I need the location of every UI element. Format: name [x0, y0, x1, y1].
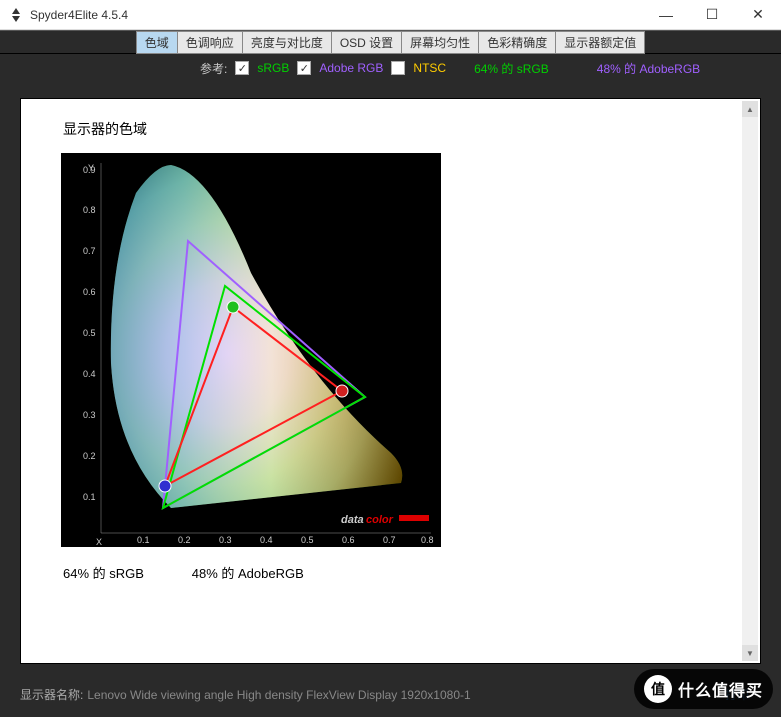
panel-title: 显示器的色域 [63, 119, 730, 139]
svg-text:data: data [341, 514, 364, 526]
tab-亮度与对比度[interactable]: 亮度与对比度 [243, 31, 332, 54]
tab-bar: 色域色调响应亮度与对比度OSD 设置屏幕均匀性色彩精确度显示器额定值 [0, 30, 781, 54]
tab-OSD 设置[interactable]: OSD 设置 [332, 31, 402, 54]
chromaticity-chart: data color X Y 0.9 0.8 0.7 0.6 0.5 0.4 0… [61, 153, 441, 547]
gamut-panel: ▲ ▼ 显示器的色域 [20, 98, 761, 664]
tab-色域[interactable]: 色域 [136, 31, 178, 54]
display-name-value: Lenovo Wide viewing angle High density F… [87, 688, 470, 702]
app-icon [8, 7, 24, 23]
svg-text:X: X [96, 537, 102, 547]
ref-ntsc-label: NTSC [413, 61, 446, 75]
scroll-up-icon[interactable]: ▲ [742, 101, 758, 117]
tab-色彩精确度[interactable]: 色彩精确度 [479, 31, 556, 54]
reference-bar: 参考: ✓ sRGB ✓ Adobe RGB NTSC 64% 的 sRGB 4… [0, 54, 781, 82]
result-adobe: 48% 的 AdobeRGB [192, 566, 304, 581]
watermark: 值 什么值得买 [634, 669, 773, 709]
checkbox-ntsc[interactable] [391, 61, 405, 75]
display-name-label: 显示器名称: [20, 686, 83, 703]
checkbox-srgb[interactable]: ✓ [235, 61, 249, 75]
minimize-button[interactable]: — [643, 0, 689, 30]
watermark-badge: 值 [644, 675, 672, 703]
svg-text:color: color [366, 514, 394, 526]
ref-pct-srgb: 64% 的 sRGB [474, 60, 549, 77]
tab-色调响应[interactable]: 色调响应 [178, 31, 243, 54]
window-titlebar: Spyder4Elite 4.5.4 — ☐ ✕ [0, 0, 781, 30]
ref-srgb-label: sRGB [257, 61, 289, 75]
result-srgb: 64% 的 sRGB [63, 566, 144, 581]
scroll-down-icon[interactable]: ▼ [742, 645, 758, 661]
result-row: 64% 的 sRGB 48% 的 AdobeRGB [63, 563, 730, 582]
ref-adobe-label: Adobe RGB [319, 61, 383, 75]
content-area: ▲ ▼ 显示器的色域 [0, 82, 781, 672]
maximize-button[interactable]: ☐ [689, 0, 735, 30]
close-button[interactable]: ✕ [735, 0, 781, 30]
reference-label: 参考: [200, 60, 227, 77]
tab-显示器额定值[interactable]: 显示器额定值 [556, 31, 645, 54]
watermark-text: 什么值得买 [678, 677, 763, 701]
checkbox-adobergb[interactable]: ✓ [297, 61, 311, 75]
tab-屏幕均匀性[interactable]: 屏幕均匀性 [402, 31, 479, 54]
ref-pct-adobe: 48% 的 AdobeRGB [597, 60, 700, 77]
scrollbar[interactable]: ▲ ▼ [742, 101, 758, 661]
window-title: Spyder4Elite 4.5.4 [30, 8, 128, 22]
